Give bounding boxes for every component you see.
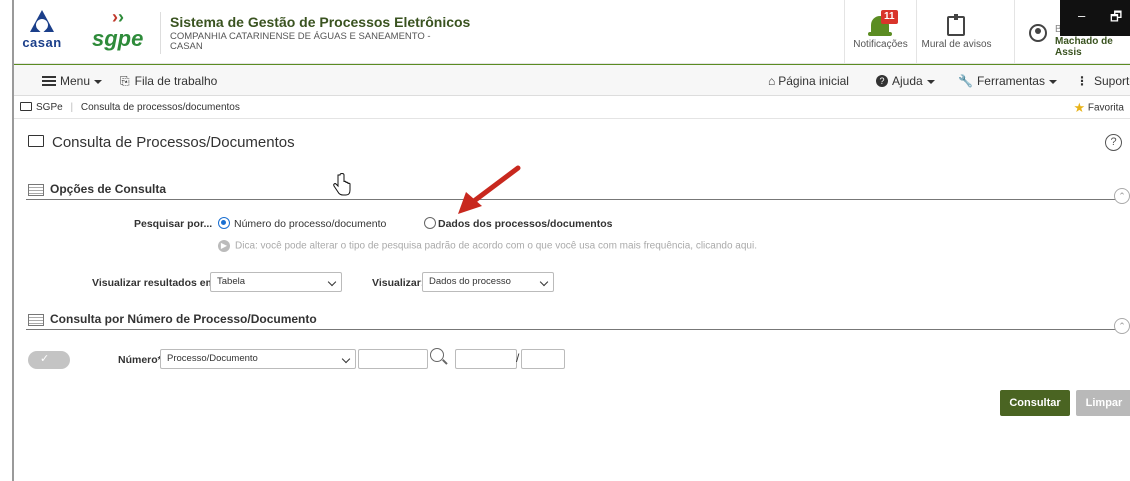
radio-data[interactable] <box>424 217 436 229</box>
nav-support[interactable]: ⋮ Suporte <box>1076 65 1130 97</box>
number-part1-input[interactable] <box>455 349 517 369</box>
browser-window: casan › › sgpe Sistema de Gestão de Proc… <box>12 0 1130 481</box>
home-icon: ⌂ <box>768 74 776 88</box>
window-controls: – 🗗 <box>1060 0 1130 36</box>
caret-down-icon <box>94 79 103 84</box>
hand-cursor-icon <box>333 173 351 196</box>
restore-button[interactable]: 🗗 <box>1110 8 1122 30</box>
caret-down-icon <box>1048 79 1057 84</box>
sgpe-logo-chevron-green: › <box>118 7 124 27</box>
view-value: Dados do processo <box>429 276 511 287</box>
nav-help-label: Ajuda <box>892 74 923 88</box>
chevron-down-icon <box>327 277 337 287</box>
options-section-title: Opções de Consulta <box>50 182 167 196</box>
annotation-arrow-icon <box>458 165 521 214</box>
header-divider <box>160 12 161 54</box>
star-icon: ★ <box>1073 100 1086 115</box>
number-part2-input[interactable] <box>521 349 565 369</box>
page-title-text: Consulta de Processos/Documentos <box>52 134 295 151</box>
collapse-up-icon[interactable]: ⌃ <box>1114 318 1130 334</box>
user-name: Machado de Assis <box>1055 36 1113 58</box>
hamburger-icon <box>42 75 56 86</box>
number-type-select[interactable]: Processo/Documento <box>160 349 356 369</box>
main-nav: Menu ⎘ Fila de trabalho ⌂ Página inicial ?… <box>14 64 1130 96</box>
number-separator: / <box>516 351 520 365</box>
notifications-badge: 11 <box>881 10 898 24</box>
nav-help[interactable]: ? Ajuda <box>876 65 935 97</box>
number-mode-toggle[interactable]: ✓ <box>28 351 70 369</box>
wrench-icon: 🔧 <box>958 74 973 88</box>
clipboard-icon <box>947 14 965 36</box>
nav-tools-label: Ferramentas <box>976 74 1045 88</box>
consult-button[interactable]: Consultar <box>1000 390 1070 416</box>
breadcrumb-current: Consulta de processos/documentos <box>80 102 240 113</box>
search-by-label: Pesquisar por... <box>134 218 213 230</box>
view-label: Visualizar: <box>372 277 425 289</box>
number-search-section-title: Consulta por Número de Processo/Document… <box>50 312 317 326</box>
user-avatar-icon <box>1029 24 1047 42</box>
notifications-label: Notificações <box>853 39 908 50</box>
number-type-value: Processo/Documento <box>167 353 258 364</box>
breadcrumb: SGPe | Consulta de processos/documentos … <box>14 97 1130 119</box>
chevron-down-icon <box>341 354 351 364</box>
collapse-up-icon[interactable]: ⌃ <box>1114 188 1130 204</box>
caret-down-icon <box>926 79 935 84</box>
view-results-select[interactable]: Tabela <box>210 272 342 292</box>
kebab-icon: ⋮ <box>1076 74 1088 88</box>
nav-worklist[interactable]: ⎘ Fila de trabalho <box>120 65 217 97</box>
nav-worklist-label: Fila de trabalho <box>134 74 218 88</box>
mural-button[interactable]: Mural de avisos <box>916 0 996 64</box>
search-icon[interactable] <box>430 348 444 362</box>
tip-text-content: Dica: você pode alterar o tipo de pesqui… <box>235 240 757 252</box>
mural-label: Mural de avisos <box>921 39 992 50</box>
view-select[interactable]: Dados do processo <box>422 272 554 292</box>
minimize-button[interactable]: – <box>1078 8 1085 23</box>
options-section-header: Opções de Consulta ⌃ <box>26 180 1130 204</box>
breadcrumb-separator: | <box>70 102 74 113</box>
favorites-button[interactable]: ★ Favorita <box>1073 97 1124 120</box>
list-icon <box>28 184 44 196</box>
radio-number[interactable] <box>218 217 230 229</box>
casan-logo[interactable]: casan <box>20 10 64 58</box>
folder-open-icon <box>28 135 44 148</box>
system-subtitle: COMPANHIA CATARINENSE DE ÁGUAS E SANEAME… <box>170 31 431 52</box>
nav-support-label: Suporte <box>1094 74 1130 88</box>
system-title-block: Sistema de Gestão de Processos Eletrônic… <box>170 14 470 52</box>
sgpe-logo-text: sgpe <box>92 26 144 51</box>
chevron-down-icon <box>539 277 549 287</box>
help-circle-icon: ? <box>876 74 888 87</box>
system-title: Sistema de Gestão de Processos Eletrônic… <box>170 14 471 30</box>
radio-number-label[interactable]: Número do processo/documento <box>234 218 386 230</box>
view-results-value: Tabela <box>217 276 245 287</box>
favorites-label: Favorita <box>1087 102 1124 114</box>
monitor-icon <box>20 101 32 111</box>
page-help-button[interactable]: ? <box>1105 134 1122 151</box>
page-title: Consulta de Processos/Documentos <box>28 134 295 151</box>
nav-home[interactable]: ⌂ Página inicial <box>768 65 849 97</box>
clear-button[interactable]: Limpar <box>1076 390 1130 416</box>
nav-menu-label: Menu <box>60 74 91 88</box>
worklist-icon: ⎘ <box>120 74 130 88</box>
view-results-label: Visualizar resultados em: <box>92 277 219 289</box>
notifications-button[interactable]: 11 Notificações <box>844 0 916 64</box>
tip-text[interactable]: ▶ Dica: você pode alterar o tipo de pesqu… <box>218 240 757 252</box>
arrow-right-circle-icon: ▶ <box>218 240 230 252</box>
check-icon: ✓ <box>40 353 50 365</box>
breadcrumb-root[interactable]: SGPe <box>36 102 63 113</box>
nav-home-label: Página inicial <box>778 74 849 88</box>
casan-logo-text: casan <box>22 35 62 50</box>
list-icon <box>28 314 44 326</box>
number-input[interactable] <box>358 349 428 369</box>
radio-data-label[interactable]: Dados dos processos/documentos <box>438 218 612 230</box>
number-label: Número*: <box>118 354 166 366</box>
nav-menu[interactable]: Menu <box>42 65 103 97</box>
number-search-section-header: Consulta por Número de Processo/Document… <box>26 310 1130 334</box>
sgpe-logo[interactable]: › › sgpe <box>88 8 148 56</box>
app-header: casan › › sgpe Sistema de Gestão de Proc… <box>14 0 1130 64</box>
nav-tools[interactable]: 🔧 Ferramentas <box>958 65 1057 97</box>
